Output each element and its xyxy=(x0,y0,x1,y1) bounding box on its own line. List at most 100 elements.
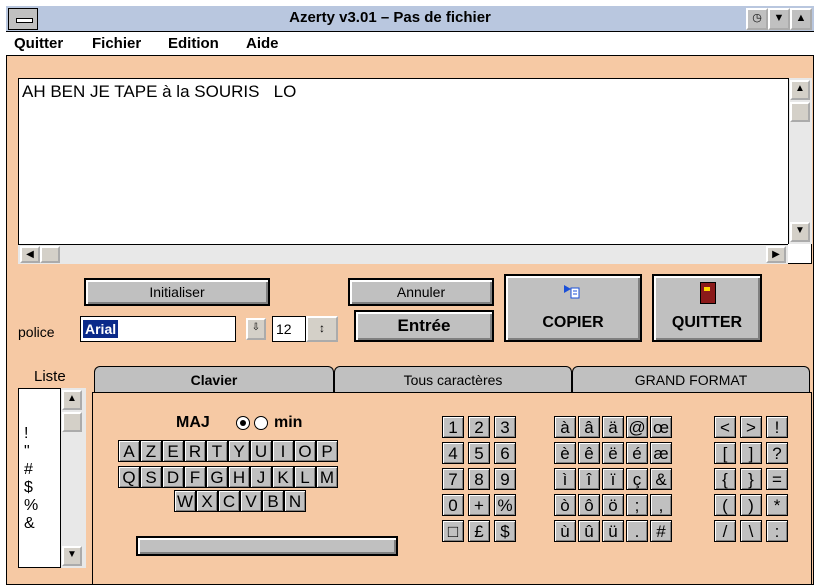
list-item[interactable]: $ xyxy=(24,480,33,496)
numpad-key[interactable]: 6 xyxy=(494,442,516,464)
list-scroll-up-button[interactable]: ▲ xyxy=(62,390,82,410)
font-dropdown-button[interactable]: ⇩ xyxy=(246,318,266,340)
accent-key[interactable]: ç xyxy=(626,468,648,490)
menu-fichier[interactable]: Fichier xyxy=(92,33,141,55)
accent-key[interactable]: ö xyxy=(602,494,624,516)
min-radio[interactable] xyxy=(254,416,268,430)
maximize-button[interactable]: ▲ xyxy=(790,8,812,30)
menu-quitter[interactable]: Quitter xyxy=(14,33,63,55)
symbol-key[interactable]: : xyxy=(766,520,788,542)
list-scroll-thumb[interactable] xyxy=(62,412,82,432)
numpad-key[interactable]: 7 xyxy=(442,468,464,490)
symbol-key[interactable]: ? xyxy=(766,442,788,464)
scroll-up-button[interactable]: ▲ xyxy=(790,80,810,100)
scroll-down-button[interactable]: ▼ xyxy=(790,222,810,242)
accent-key[interactable]: # xyxy=(650,520,672,542)
tab-tous-caracteres[interactable]: Tous caractères xyxy=(334,366,572,392)
tab-clavier[interactable]: Clavier xyxy=(94,366,334,392)
key-row1-3[interactable]: R xyxy=(184,440,206,462)
numpad-key[interactable]: 2 xyxy=(468,416,490,438)
accent-key[interactable]: â xyxy=(578,416,600,438)
accent-key[interactable]: é xyxy=(626,442,648,464)
accent-key[interactable]: & xyxy=(650,468,672,490)
key-row1-5[interactable]: Y xyxy=(228,440,250,462)
accent-key[interactable]: ï xyxy=(602,468,624,490)
symbol-key[interactable]: > xyxy=(740,416,762,438)
key-row1-6[interactable]: U xyxy=(250,440,272,462)
key-row2-9[interactable]: M xyxy=(316,466,338,488)
key-row2-0[interactable]: Q xyxy=(118,466,140,488)
accent-key[interactable]: ä xyxy=(602,416,624,438)
numpad-key[interactable]: % xyxy=(494,494,516,516)
numpad-key[interactable]: 0 xyxy=(442,494,464,516)
symbol-key[interactable]: ] xyxy=(740,442,762,464)
font-size-spinner[interactable]: ↕ xyxy=(306,316,338,342)
system-menu-button[interactable] xyxy=(8,8,38,30)
accent-key[interactable]: ü xyxy=(602,520,624,542)
key-row1-9[interactable]: P xyxy=(316,440,338,462)
annuler-button[interactable]: Annuler xyxy=(348,278,494,306)
numpad-key[interactable]: 4 xyxy=(442,442,464,464)
key-row3-2[interactable]: C xyxy=(218,490,240,512)
space-bar[interactable] xyxy=(136,536,398,556)
key-row1-8[interactable]: O xyxy=(294,440,316,462)
accent-key[interactable]: æ xyxy=(650,442,672,464)
maj-radio[interactable] xyxy=(236,416,250,430)
text-editor[interactable] xyxy=(18,78,812,264)
vertical-scroll-thumb[interactable] xyxy=(790,102,810,122)
font-size-field[interactable]: 12 xyxy=(272,316,306,342)
symbol-key[interactable]: [ xyxy=(714,442,736,464)
numpad-key[interactable]: 1 xyxy=(442,416,464,438)
key-row1-0[interactable]: A xyxy=(118,440,140,462)
scroll-left-button[interactable]: ◀ xyxy=(20,246,40,263)
symbol-key[interactable]: * xyxy=(766,494,788,516)
numpad-key[interactable]: + xyxy=(468,494,490,516)
accent-key[interactable]: , xyxy=(650,494,672,516)
key-row2-4[interactable]: G xyxy=(206,466,228,488)
key-row3-0[interactable]: W xyxy=(174,490,196,512)
numpad-key[interactable]: $ xyxy=(494,520,516,542)
accent-key[interactable]: û xyxy=(578,520,600,542)
list-item[interactable]: & xyxy=(24,516,35,532)
key-row2-3[interactable]: F xyxy=(184,466,206,488)
key-row2-6[interactable]: J xyxy=(250,466,272,488)
accent-key[interactable]: à xyxy=(554,416,576,438)
accent-key[interactable]: ë xyxy=(602,442,624,464)
key-row1-2[interactable]: E xyxy=(162,440,184,462)
list-item[interactable]: ! xyxy=(24,426,28,442)
key-row1-4[interactable]: T xyxy=(206,440,228,462)
menu-edition[interactable]: Edition xyxy=(168,33,219,55)
symbol-key[interactable]: } xyxy=(740,468,762,490)
numpad-key[interactable]: 8 xyxy=(468,468,490,490)
accent-key[interactable]: ; xyxy=(626,494,648,516)
numpad-key[interactable]: 5 xyxy=(468,442,490,464)
horizontal-scroll-thumb[interactable] xyxy=(40,246,60,263)
numpad-key[interactable]: □ xyxy=(442,520,464,542)
key-row2-8[interactable]: L xyxy=(294,466,316,488)
accent-key[interactable]: ò xyxy=(554,494,576,516)
symbol-key[interactable]: ( xyxy=(714,494,736,516)
accent-key[interactable]: . xyxy=(626,520,648,542)
clock-icon[interactable]: ◷ xyxy=(746,8,768,30)
key-row2-2[interactable]: D xyxy=(162,466,184,488)
horizontal-scrollbar[interactable] xyxy=(18,244,788,264)
numpad-key[interactable]: 3 xyxy=(494,416,516,438)
minimize-button[interactable]: ▼ xyxy=(768,8,790,30)
numpad-key[interactable]: 9 xyxy=(494,468,516,490)
key-row2-5[interactable]: H xyxy=(228,466,250,488)
symbol-key[interactable]: < xyxy=(714,416,736,438)
accent-key[interactable]: î xyxy=(578,468,600,490)
accent-key[interactable]: è xyxy=(554,442,576,464)
symbol-key[interactable]: ) xyxy=(740,494,762,516)
accent-key[interactable]: ì xyxy=(554,468,576,490)
symbol-key[interactable]: { xyxy=(714,468,736,490)
symbol-key[interactable]: / xyxy=(714,520,736,542)
key-row2-1[interactable]: S xyxy=(140,466,162,488)
key-row3-1[interactable]: X xyxy=(196,490,218,512)
tab-grand-format[interactable]: GRAND FORMAT xyxy=(572,366,810,392)
menu-aide[interactable]: Aide xyxy=(246,33,279,55)
key-row3-3[interactable]: V xyxy=(240,490,262,512)
key-row1-7[interactable]: I xyxy=(272,440,294,462)
accent-key[interactable]: @ xyxy=(626,416,648,438)
initialiser-button[interactable]: Initialiser xyxy=(84,278,270,306)
